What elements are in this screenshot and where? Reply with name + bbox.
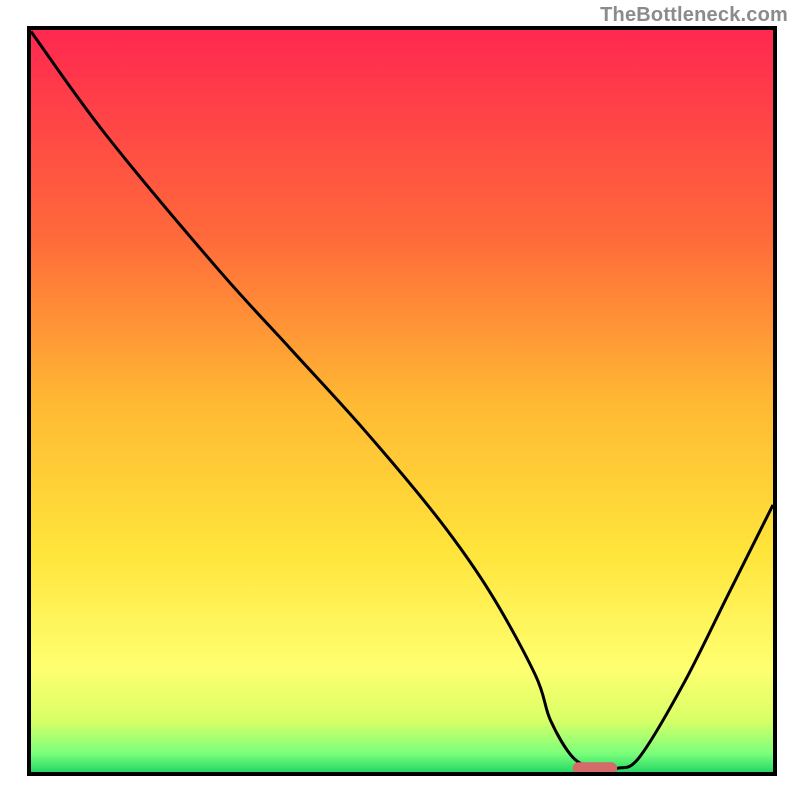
chart-frame: TheBottleneck.com [0, 0, 800, 800]
bottleneck-chart [0, 0, 800, 800]
plot-background [31, 30, 773, 772]
